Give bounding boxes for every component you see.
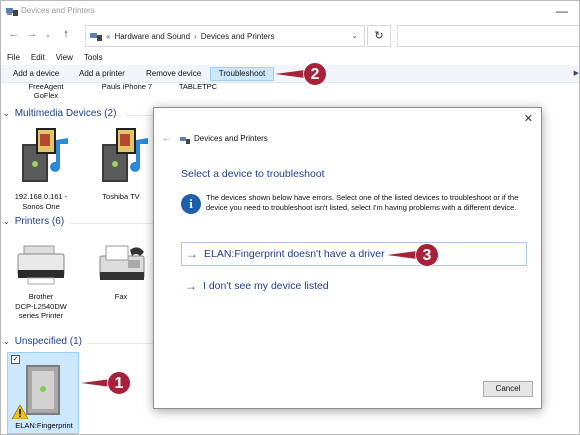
devices-and-printers-window: Devices and Printers — ← → ⌄ ↑ « Hardwar…: [0, 0, 580, 435]
arrow-right-icon: →: [186, 247, 198, 261]
collapse-chevron-icon[interactable]: ⌄: [3, 337, 10, 346]
menu-edit[interactable]: Edit: [31, 51, 45, 65]
callout-2: 2: [275, 62, 331, 86]
option-label: I don't see my device listed: [203, 280, 329, 292]
info-icon: i: [181, 194, 201, 214]
close-icon[interactable]: ✕: [524, 112, 533, 125]
device-name: Toshiba TV: [102, 192, 140, 201]
commandbar-overflow-icon[interactable]: ▶: [574, 69, 579, 77]
callout-number: 2: [303, 62, 327, 86]
section-divider: [87, 343, 155, 344]
breadcrumb-devices-and-printers[interactable]: Devices and Printers: [201, 32, 275, 41]
device-toshiba-tv[interactable]: Toshiba TV: [86, 126, 156, 202]
remove-device-button[interactable]: Remove device: [143, 67, 204, 81]
title-bar: Devices and Printers —: [1, 1, 579, 21]
menu-file[interactable]: File: [7, 51, 20, 65]
option-device-not-listed[interactable]: → I don't see my device listed: [181, 274, 527, 298]
callout-number: 1: [107, 371, 131, 395]
device-name: Fax: [114, 292, 128, 301]
section-unspecified-header[interactable]: ⌄ Unspecified (1): [3, 336, 82, 347]
fax-icon: [99, 245, 145, 280]
device-label-iphone[interactable]: Pauls iPhone 7: [87, 82, 167, 91]
printer-icon: [17, 245, 65, 285]
option-label: ELAN:Fingerprint doesn't have a driver: [204, 248, 385, 260]
device-name: Brother DCP-L2540DW series Printer: [15, 292, 67, 320]
add-device-button[interactable]: Add a device: [10, 67, 62, 81]
callout-pointer: [387, 251, 417, 259]
callout-3: 3: [387, 243, 443, 267]
callout-number: 3: [415, 243, 439, 267]
device-name: 192.168.0.161 - Sonos One: [14, 192, 68, 211]
section-divider: [125, 115, 155, 116]
collapse-chevron-icon[interactable]: ⌄: [3, 109, 10, 118]
collapse-chevron-icon[interactable]: ⌄: [3, 217, 10, 226]
section-multimedia-header[interactable]: ⌄ Multimedia Devices (2): [3, 108, 116, 119]
back-arrow-icon[interactable]: ←: [162, 133, 172, 144]
device-elan-fingerprint[interactable]: ✓ ELAN:Fingerprint: [7, 352, 79, 434]
cancel-button[interactable]: Cancel: [483, 381, 533, 397]
minimize-button[interactable]: —: [555, 4, 569, 18]
menu-view[interactable]: View: [56, 51, 73, 65]
devices-printers-app-icon: [6, 8, 18, 16]
option-elan-fingerprint[interactable]: → ELAN:Fingerprint doesn't have a driver: [181, 242, 527, 266]
section-divider: [69, 223, 155, 224]
section-title: Printers (6): [14, 216, 65, 227]
section-printers-header[interactable]: ⌄ Printers (6): [3, 216, 64, 227]
forward-arrow-icon[interactable]: →: [25, 28, 39, 40]
devices-printers-breadcrumb-icon: [90, 33, 102, 41]
breadcrumb-separator-icon[interactable]: ›: [194, 32, 197, 41]
media-server-icon: [22, 128, 68, 182]
up-arrow-icon[interactable]: ↑: [59, 28, 73, 40]
recent-locations-icon[interactable]: ⌄: [41, 30, 55, 39]
dialog-heading: Select a device to troubleshoot: [181, 168, 325, 180]
address-row: ← → ⌄ ↑ « Hardware and Sound › Devices a…: [1, 23, 579, 49]
device-fax[interactable]: Fax: [86, 242, 156, 302]
troubleshoot-dialog: ✕ ← Devices and Printers Select a device…: [153, 107, 542, 409]
callout-1: 1: [81, 371, 133, 395]
warning-icon: [12, 405, 28, 419]
back-arrow-icon[interactable]: ←: [7, 28, 21, 40]
arrow-right-icon: →: [185, 279, 197, 293]
section-title: Unspecified (1): [14, 336, 82, 347]
device-sonos-one[interactable]: 192.168.0.161 - Sonos One: [6, 126, 76, 211]
breadcrumb-overflow[interactable]: «: [106, 32, 110, 41]
callout-pointer: [275, 70, 305, 78]
troubleshoot-button[interactable]: Troubleshoot: [210, 67, 274, 81]
breadcrumb-hardware-and-sound[interactable]: Hardware and Sound: [114, 32, 190, 41]
add-printer-button[interactable]: Add a printer: [76, 67, 128, 81]
devices-printers-app-icon: [180, 137, 190, 144]
window-title: Devices and Printers: [21, 6, 95, 15]
menu-tools[interactable]: Tools: [84, 51, 103, 65]
device-brother-printer[interactable]: Brother DCP-L2540DW series Printer: [6, 242, 76, 321]
address-dropdown-icon[interactable]: ⌄: [351, 31, 358, 40]
dialog-title: Devices and Printers: [194, 134, 268, 143]
device-label-tabletpc[interactable]: TABLETPC: [173, 82, 223, 91]
device-label-freeagent[interactable]: FreeAgent GoFlex: [11, 82, 81, 100]
info-message: The devices shown below have errors. Sel…: [206, 193, 519, 212]
refresh-button[interactable]: ↻: [367, 25, 391, 47]
media-server-icon: [102, 128, 148, 182]
device-name: ELAN:Fingerprint: [15, 421, 73, 430]
section-title: Multimedia Devices (2): [14, 108, 117, 119]
address-bar[interactable]: « Hardware and Sound › Devices and Print…: [85, 25, 365, 47]
search-input[interactable]: [397, 25, 579, 47]
